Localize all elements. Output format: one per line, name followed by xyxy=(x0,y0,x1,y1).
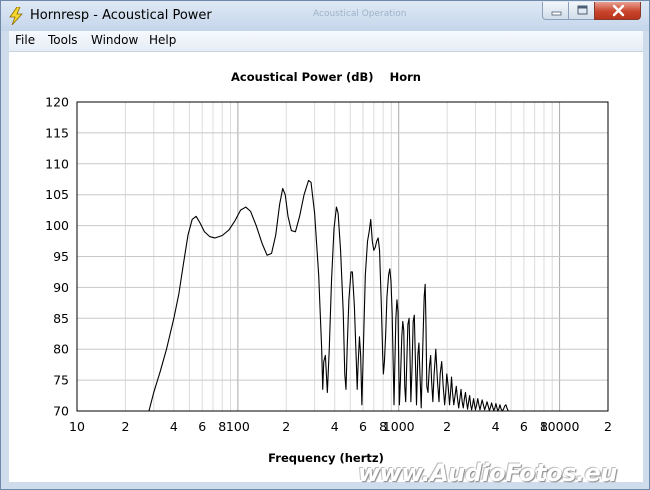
y-tick-label: 80 xyxy=(53,342,69,357)
y-tick-label: 85 xyxy=(53,311,69,326)
close-button[interactable] xyxy=(594,2,641,20)
menu-bar: File Tools Window Help xyxy=(9,31,643,52)
x-tick-label: 6 xyxy=(198,419,206,434)
y-tick-label: 120 xyxy=(45,95,69,110)
x-tick-label: 2 xyxy=(121,419,129,434)
y-tick-label: 105 xyxy=(45,187,69,202)
title-bar[interactable]: Hornresp - Acoustical Power Acoustical O… xyxy=(1,1,649,31)
watermark-text: www.AudioFotos.eu xyxy=(358,459,617,487)
x-tick-label: 4 xyxy=(170,419,178,434)
x-tick-label: 6 xyxy=(520,419,528,434)
y-tick-label: 100 xyxy=(45,218,69,233)
x-tick-label: 100 xyxy=(226,419,250,434)
menu-window[interactable]: Window xyxy=(91,33,138,47)
chart-area: Acoustical Power (dB) Horn 70 75 80 85 90 95 1… xyxy=(9,52,643,482)
menu-tools[interactable]: Tools xyxy=(48,33,78,47)
menu-file[interactable]: File xyxy=(15,33,35,47)
app-window: Hornresp - Acoustical Power Acoustical O… xyxy=(0,0,650,490)
maximize-icon xyxy=(577,5,588,15)
minimize-icon xyxy=(551,11,562,16)
series-line xyxy=(148,179,509,412)
x-tick-label: 10 xyxy=(69,419,85,434)
x-tick-label: 2 xyxy=(443,419,451,434)
menu-help[interactable]: Help xyxy=(149,33,176,47)
background-window-title: Acoustical Operation xyxy=(313,9,407,19)
window-title: Hornresp - Acoustical Power xyxy=(30,8,212,23)
x-tick-label: 4 xyxy=(331,419,339,434)
x-tick-label: 1000 xyxy=(383,419,415,434)
y-tick-label: 75 xyxy=(53,373,69,388)
y-tick-label: 70 xyxy=(53,404,69,419)
x-tick-label: 6 xyxy=(359,419,367,434)
x-tick-label: 2 xyxy=(282,419,290,434)
x-tick-label: 4 xyxy=(492,419,500,434)
x-tick-label: 2 xyxy=(604,419,612,434)
lightning-bolt-icon xyxy=(9,7,23,25)
maximize-button[interactable] xyxy=(568,2,595,20)
y-tick-label: 115 xyxy=(45,125,69,140)
y-tick-label: 90 xyxy=(53,280,69,295)
acoustical-power-chart: 70758085909510010511011512010 2 4 6 8 100 2 4 6 8… xyxy=(45,95,612,435)
y-tick-label: 110 xyxy=(45,156,69,171)
y-tick-label: 95 xyxy=(53,249,69,264)
x-tick-label: 10000 xyxy=(540,419,580,434)
close-icon xyxy=(612,4,625,17)
minimize-button[interactable] xyxy=(542,2,569,20)
